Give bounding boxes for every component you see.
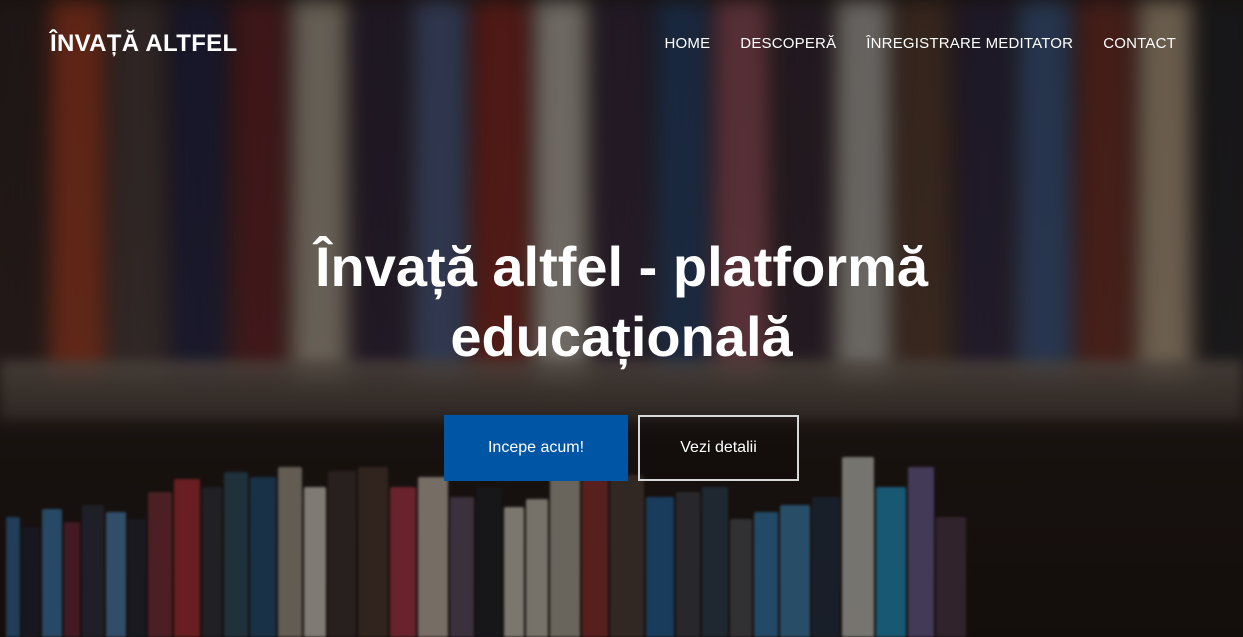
- hero-headline: Învață altfel - platformă educațională: [314, 235, 929, 368]
- start-now-button[interactable]: Incepe acum!: [444, 415, 628, 481]
- hero-section: ÎNVAȚĂ ALTFEL HOME DESCOPERĂ ÎNREGISTRAR…: [0, 0, 1243, 637]
- hero-content: Învață altfel - platformă educațională I…: [0, 232, 1243, 481]
- see-details-button[interactable]: Vezi detalii: [638, 415, 799, 481]
- top-navbar: ÎNVAȚĂ ALTFEL HOME DESCOPERĂ ÎNREGISTRAR…: [0, 0, 1243, 88]
- nav-item-contact: CONTACT: [1103, 35, 1176, 53]
- nav-menu: HOME DESCOPERĂ ÎNREGISTRARE MEDITATOR CO…: [664, 35, 1176, 53]
- brand-logo[interactable]: ÎNVAȚĂ ALTFEL: [50, 30, 237, 58]
- nav-link-inregistrare-meditator[interactable]: ÎNREGISTRARE MEDITATOR: [866, 35, 1073, 52]
- nav-item-home: HOME: [664, 35, 710, 53]
- nav-item-inregistrare-meditator: ÎNREGISTRARE MEDITATOR: [866, 35, 1073, 53]
- hero-actions: Incepe acum! Vezi detalii: [0, 415, 1243, 481]
- nav-link-contact[interactable]: CONTACT: [1103, 35, 1176, 52]
- nav-link-home[interactable]: HOME: [664, 35, 710, 52]
- nav-item-descopera: DESCOPERĂ: [740, 35, 836, 53]
- nav-link-descopera[interactable]: DESCOPERĂ: [740, 35, 836, 52]
